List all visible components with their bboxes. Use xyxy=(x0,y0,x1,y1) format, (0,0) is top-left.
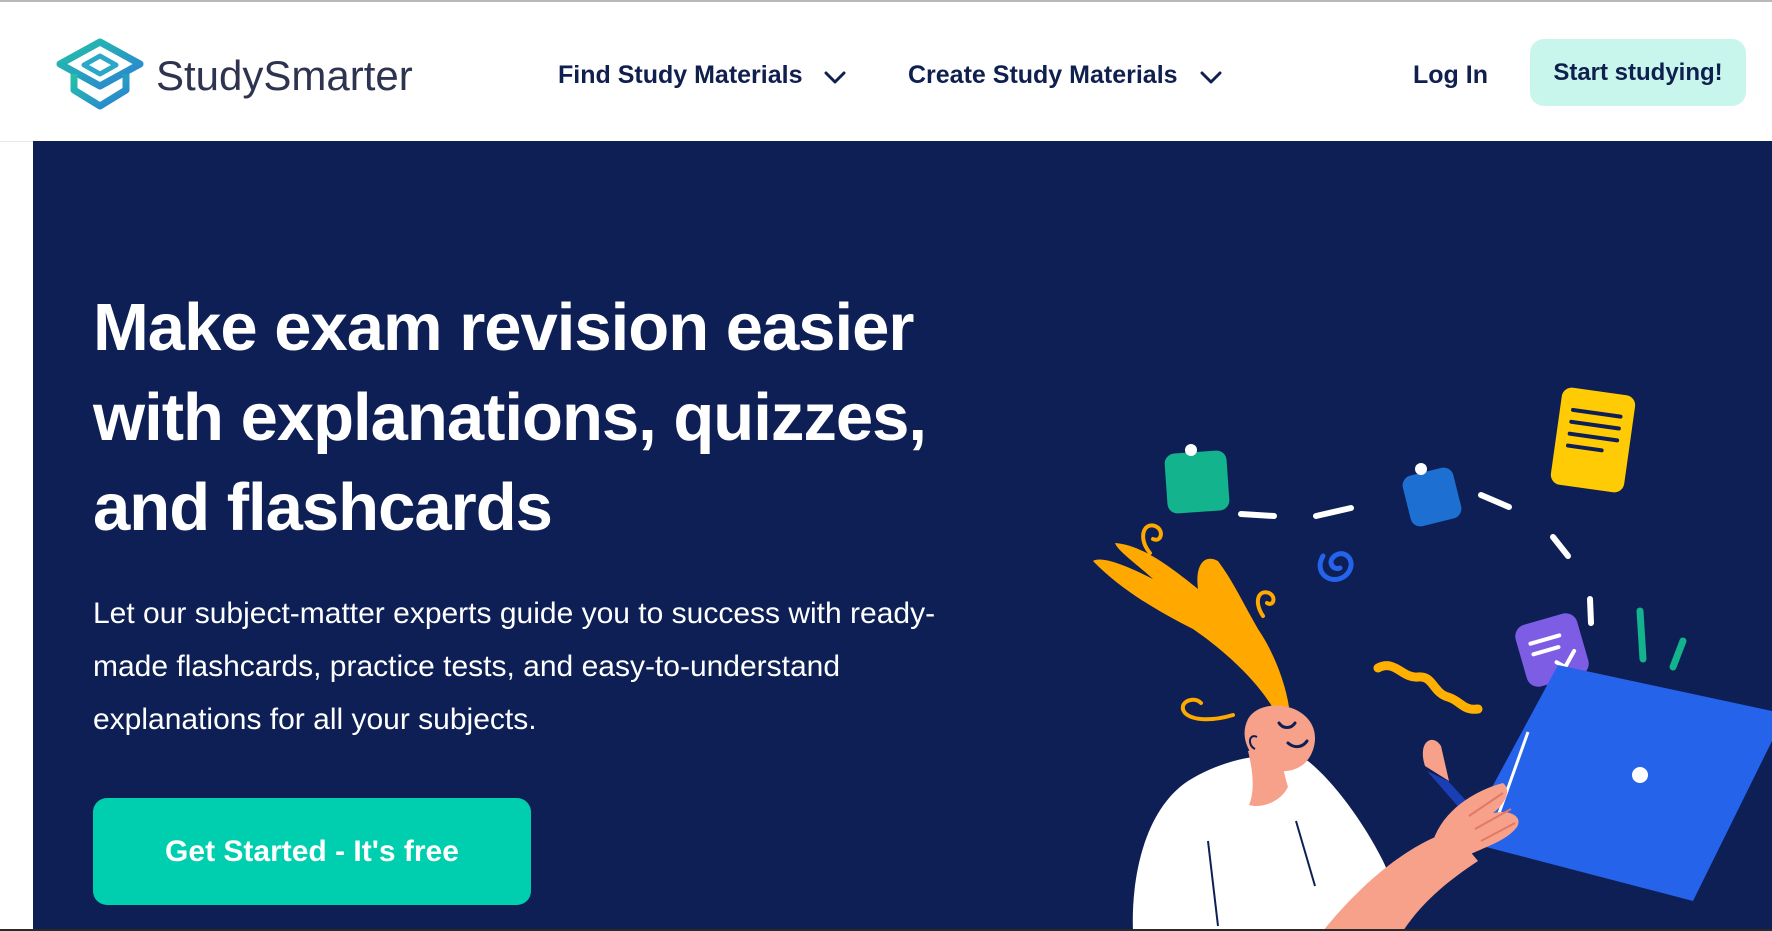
yellow-document-icon xyxy=(1550,387,1636,493)
hair-curl xyxy=(1181,697,1235,722)
hero-section: Make exam revision easier with explanati… xyxy=(33,141,1772,931)
laptop-logo xyxy=(1632,767,1648,783)
blue-swirl-decoration xyxy=(1317,551,1354,582)
start-studying-button[interactable]: Start studying! xyxy=(1530,39,1746,106)
green-spark-decoration xyxy=(1636,607,1647,663)
thumb xyxy=(1422,739,1449,781)
laptop-illustration xyxy=(1427,665,1772,901)
hero-subtitle: Let our subject-matter experts guide you… xyxy=(93,597,936,736)
nav-find-study-materials[interactable]: Find Study Materials xyxy=(558,50,846,100)
get-started-button[interactable]: Get Started - It's free xyxy=(93,798,531,905)
green-note-icon xyxy=(1164,444,1230,514)
hair-curl xyxy=(1255,590,1276,618)
nav-find-label: Find Study Materials xyxy=(558,60,803,89)
brand-name: StudySmarter xyxy=(156,52,413,99)
flowing-hair xyxy=(1093,543,1289,713)
hero-title: Make exam revision easier with explanati… xyxy=(93,290,927,545)
studysmarter-logo-icon xyxy=(56,38,144,110)
green-spark-decoration xyxy=(1669,637,1687,671)
login-link[interactable]: Log In xyxy=(1413,50,1488,100)
yellow-squiggle-decoration xyxy=(1373,661,1483,714)
hair-curl xyxy=(1141,523,1163,555)
nav-create-study-materials[interactable]: Create Study Materials xyxy=(908,50,1222,100)
site-header: StudySmarter Find Study Materials Create… xyxy=(0,2,1772,142)
chevron-down-icon xyxy=(824,71,846,84)
chevron-down-icon xyxy=(1200,71,1222,84)
blue-note-icon xyxy=(1402,463,1462,527)
nav-create-label: Create Study Materials xyxy=(908,60,1178,89)
brand-logo-link[interactable]: StudySmarter xyxy=(56,36,436,116)
